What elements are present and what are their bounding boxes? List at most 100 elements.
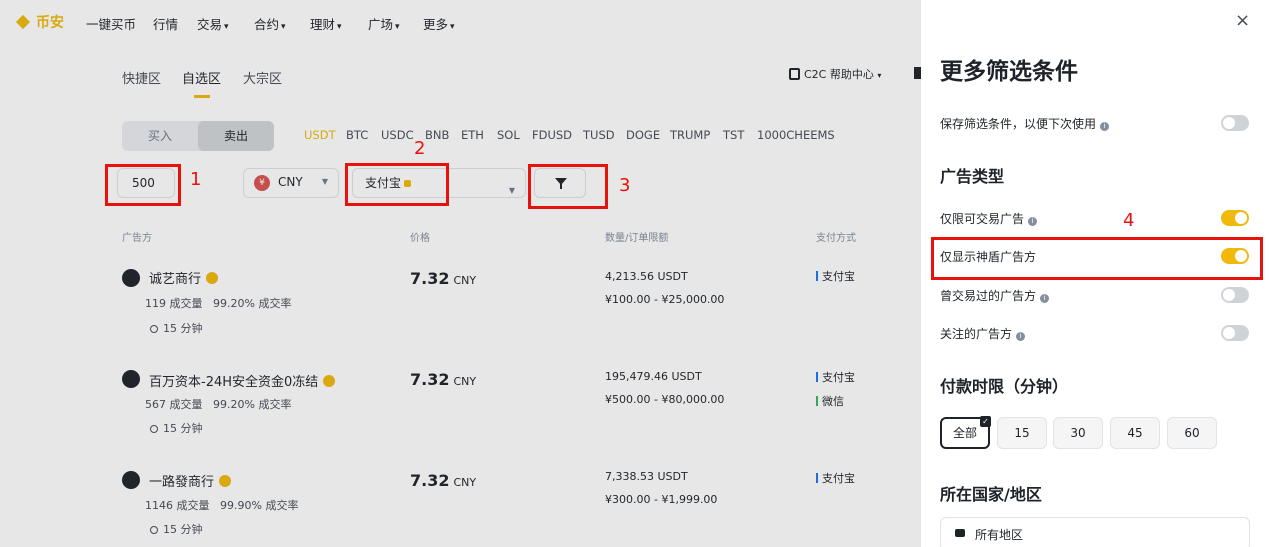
available-amount: 4,213.56 USDT	[605, 270, 688, 283]
coin-tab-btc[interactable]: BTC	[346, 128, 368, 142]
column-header-advertiser: 广告方	[122, 233, 152, 244]
coin-tab-eth[interactable]: ETH	[461, 128, 484, 142]
nav-item-buy-crypto[interactable]: 一键买币	[86, 14, 136, 33]
traded-advertiser-text: 曾交易过的广告方	[940, 289, 1037, 303]
help-center-link[interactable]: C2C 帮助中心 ▾	[789, 66, 881, 82]
coin-tab-fdusd[interactable]: FDUSD	[532, 128, 572, 142]
coin-tab-1000cheems[interactable]: 1000CHEEMS	[757, 128, 835, 142]
nav-item-trade[interactable]: 交易 ▾	[197, 14, 229, 33]
tab-custom-zone[interactable]: 自选区	[182, 68, 221, 87]
price-value: 7.32	[410, 269, 450, 288]
payment-time: 15 分钟	[150, 521, 203, 537]
followed-advertiser-toggle[interactable]	[1221, 325, 1249, 341]
clock-icon	[150, 526, 158, 534]
followed-advertiser-label: 关注的广告方 i	[940, 325, 1026, 342]
coin-tab-trump[interactable]: TRUMP	[670, 128, 710, 142]
payment-time-text: 15 分钟	[163, 422, 203, 435]
advertiser-name[interactable]: 一路發商行	[149, 471, 232, 490]
advertiser-name[interactable]: 百万资本-24H安全资金0冻结	[149, 371, 336, 390]
column-header-price: 价格	[410, 233, 430, 244]
annotation-number: 3	[619, 175, 631, 196]
order-count: 567 成交量	[145, 398, 203, 411]
coin-tab-tst[interactable]: TST	[723, 128, 744, 142]
toggle-knob	[1223, 117, 1235, 129]
completion-rate: 99.20% 成交率	[213, 297, 292, 310]
price-currency: CNY	[453, 274, 477, 287]
buy-sell-toggle: 买入 卖出	[122, 121, 274, 151]
save-filter-text: 保存筛选条件，以便下次使用	[940, 117, 1097, 131]
info-icon[interactable]: i	[1016, 332, 1026, 341]
price-currency: CNY	[453, 375, 477, 388]
price-currency: CNY	[453, 476, 477, 489]
coin-tab-tusd[interactable]: TUSD	[583, 128, 615, 142]
tab-express-zone[interactable]: 快捷区	[122, 68, 161, 87]
payment-time-option-30[interactable]: 30	[1053, 417, 1103, 449]
nav-item-futures[interactable]: 合约 ▾	[254, 14, 286, 33]
tab-block-zone[interactable]: 大宗区	[243, 68, 282, 87]
order-count: 119 成交量	[145, 297, 203, 310]
toggle-knob	[1235, 212, 1247, 224]
nav-item-label: 更多	[423, 17, 449, 32]
coin-tab-usdt[interactable]: USDT	[304, 128, 336, 142]
payment-time-option-45[interactable]: 45	[1110, 417, 1160, 449]
info-icon[interactable]: i	[1040, 294, 1050, 303]
info-icon[interactable]: i	[1028, 217, 1038, 226]
advertiser-stats: 567 成交量 99.20% 成交率	[145, 396, 291, 412]
payment-time-option-15[interactable]: 15	[997, 417, 1047, 449]
coin-tab-bnb[interactable]: BNB	[425, 128, 449, 142]
clock-icon	[150, 425, 158, 433]
tradable-ads-toggle[interactable]	[1221, 210, 1249, 226]
help-center-label: C2C 帮助中心	[804, 68, 874, 81]
order-limit: ¥300.00 - ¥1,999.00	[605, 493, 718, 506]
advertiser-name-text: 百万资本-24H安全资金0冻结	[149, 375, 319, 390]
top-navigation: 币安 一键买币 行情 交易 ▾ 合约 ▾ 理财 ▾ 广场 ▾ 更多 ▾	[0, 0, 921, 44]
price-value: 7.32	[410, 471, 450, 490]
info-icon[interactable]: i	[1100, 122, 1110, 131]
traded-advertiser-label: 曾交易过的广告方 i	[940, 287, 1050, 304]
payment-time-option-all[interactable]: 全部 ✓	[940, 416, 991, 449]
price-value: 7.32	[410, 370, 450, 389]
avatar[interactable]	[122, 269, 140, 287]
order-icon[interactable]	[914, 67, 921, 79]
p2p-main-page: 币安 一键买币 行情 交易 ▾ 合约 ▾ 理财 ▾ 广场 ▾ 更多 ▾ 快捷区 自选区 大…	[0, 0, 921, 547]
highlight-box-amount	[105, 164, 181, 206]
chevron-down-icon: ▾	[224, 22, 229, 32]
nav-item-label: 理财	[310, 17, 336, 32]
chevron-down-icon: ▾	[395, 22, 400, 32]
advertiser-name-text: 诚艺商行	[149, 272, 202, 287]
country-select[interactable]: 所有地区	[940, 517, 1250, 547]
sell-tab[interactable]: 卖出	[198, 121, 274, 151]
avatar[interactable]	[122, 471, 140, 489]
coin-tab-sol[interactable]: SOL	[497, 128, 520, 142]
nav-item-markets[interactable]: 行情	[153, 14, 178, 33]
followed-advertiser-text: 关注的广告方	[940, 327, 1013, 341]
close-icon[interactable]: ×	[1235, 10, 1250, 31]
order-limit: ¥500.00 - ¥80,000.00	[605, 393, 725, 406]
traded-advertiser-toggle[interactable]	[1221, 287, 1249, 303]
drawer-title: 更多筛选条件	[940, 59, 1078, 85]
nav-item-square[interactable]: 广场 ▾	[368, 14, 400, 33]
payment-method-label: 支付宝	[822, 270, 855, 283]
verified-badge-icon	[219, 475, 232, 487]
payment-time-option-60[interactable]: 60	[1167, 417, 1217, 449]
nav-item-label: 交易	[197, 17, 223, 32]
payment-time-heading: 付款时限（分钟）	[940, 377, 1069, 396]
payment-time: 15 分钟	[150, 320, 203, 336]
order-count: 1146 成交量	[145, 499, 210, 512]
coin-tab-usdc[interactable]: USDC	[381, 128, 414, 142]
nav-item-more[interactable]: 更多 ▾	[423, 14, 455, 33]
payment-time-text: 15 分钟	[163, 322, 203, 335]
coin-tab-doge[interactable]: DOGE	[626, 128, 660, 142]
payment-method-label: 支付宝	[822, 472, 855, 485]
avatar[interactable]	[122, 370, 140, 388]
buy-tab[interactable]: 买入	[122, 121, 198, 151]
advertiser-name[interactable]: 诚艺商行	[149, 268, 219, 287]
check-icon: ✓	[980, 416, 991, 427]
save-filter-toggle[interactable]	[1221, 115, 1249, 131]
nav-item-earn[interactable]: 理财 ▾	[310, 14, 342, 33]
country-heading: 所在国家/地区	[940, 485, 1042, 504]
brand-logo[interactable]: 币安	[14, 12, 64, 32]
annotation-number: 1	[190, 169, 202, 190]
currency-select[interactable]: ¥ CNY ▼	[243, 168, 339, 198]
document-icon	[789, 68, 800, 80]
